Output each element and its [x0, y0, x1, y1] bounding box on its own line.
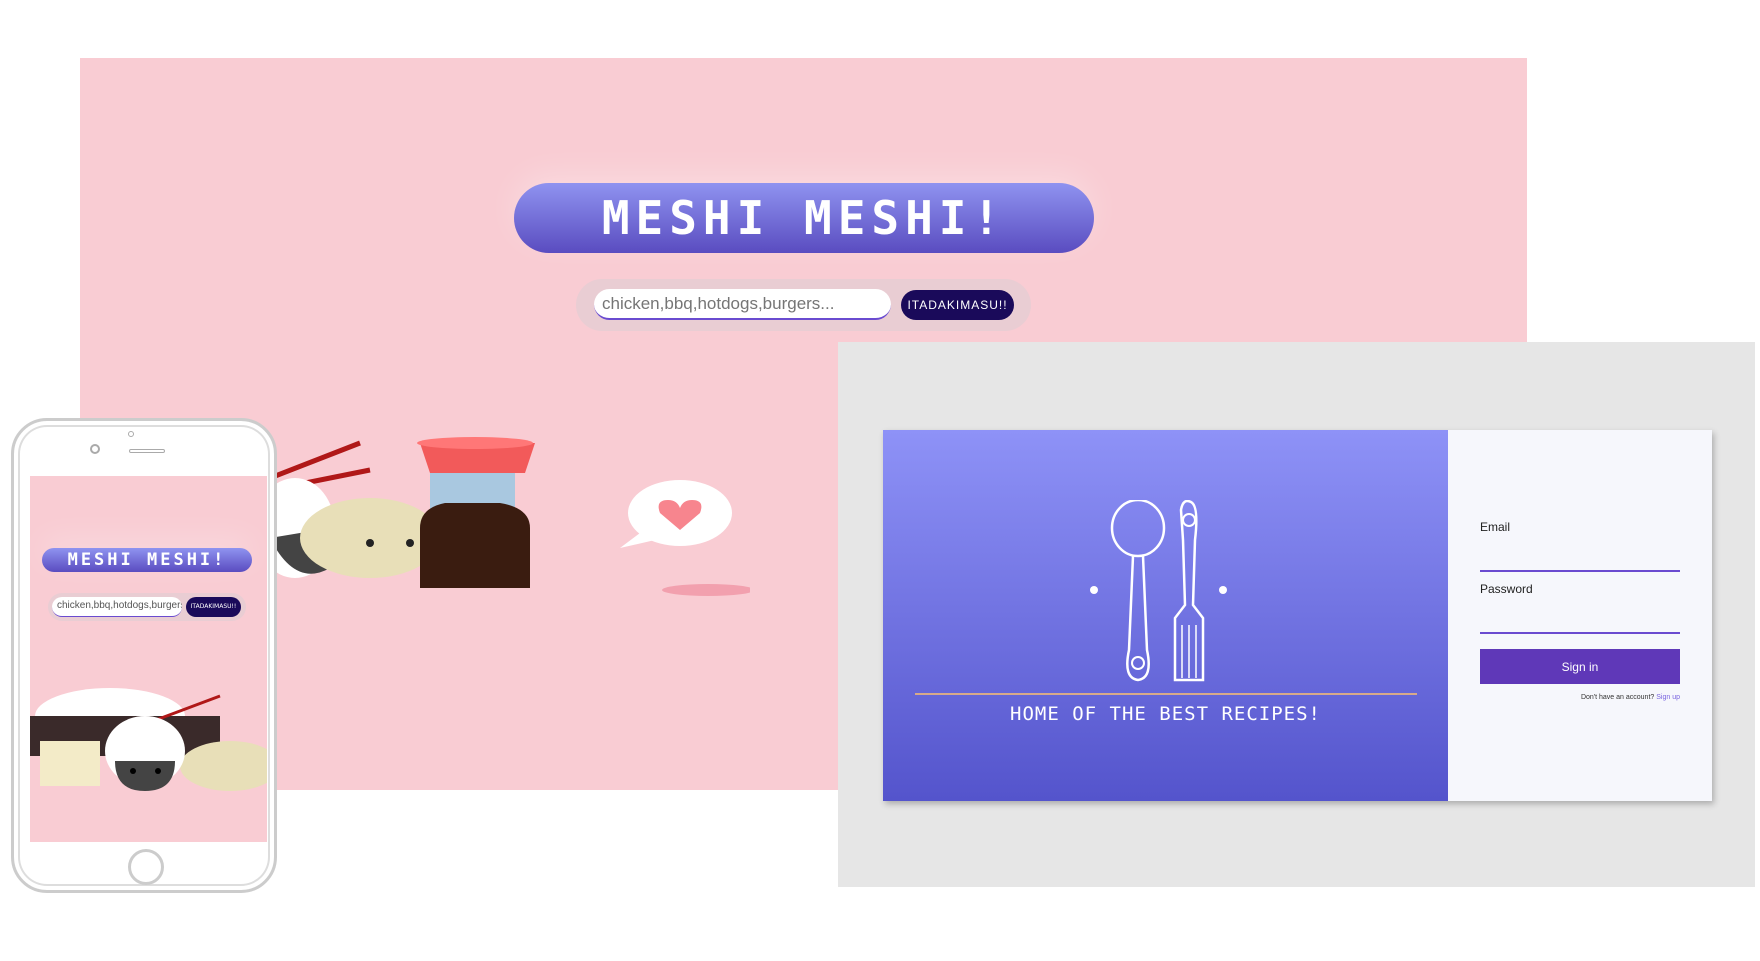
brand-panel: HOME OF THE BEST RECIPES!	[883, 430, 1448, 801]
dumpling	[300, 498, 440, 578]
search-input[interactable]	[594, 289, 891, 320]
spoon-fork-icon	[1090, 500, 1227, 682]
email-field[interactable]	[1480, 570, 1680, 572]
search-button[interactable]: ITADAKIMASU!!	[901, 290, 1014, 320]
signup-prompt: Don't have an account? Sign up	[1480, 694, 1680, 701]
home-button[interactable]	[128, 849, 164, 885]
mobile-food-illustration	[30, 688, 267, 791]
tagline: HOME OF THE BEST RECIPES!	[1010, 703, 1321, 725]
mobile-search-bar: chicken,bbq,hotdogs,burgers... ITADAKIMA…	[48, 593, 246, 621]
search-bar: ITADAKIMASU!!	[576, 279, 1031, 331]
sign-up-link[interactable]: Sign up	[1656, 694, 1680, 701]
mobile-search-input[interactable]: chicken,bbq,hotdogs,burgers...	[52, 597, 182, 617]
sensor-icon	[128, 431, 134, 437]
divider	[915, 693, 1417, 695]
no-account-text: Don't have an account?	[1580, 694, 1655, 701]
login-card: HOME OF THE BEST RECIPES! Email Password…	[883, 430, 1712, 801]
food-illustration	[270, 437, 750, 596]
mobile-site-title: MESHI MESHI!	[42, 548, 252, 572]
site-title: MESHI MESHI!	[514, 183, 1094, 253]
mobile-search-button[interactable]: ITADAKIMASU!!	[186, 597, 241, 617]
sign-in-button[interactable]: Sign in	[1480, 649, 1680, 684]
camera-icon	[90, 444, 100, 454]
password-label: Password	[1480, 582, 1533, 596]
mobile-screen: MESHI MESHI! chicken,bbq,hotdogs,burgers…	[30, 476, 267, 842]
email-label: Email	[1480, 520, 1511, 534]
phone-mockup: MESHI MESHI! chicken,bbq,hotdogs,burgers…	[11, 418, 277, 893]
password-field[interactable]	[1480, 632, 1680, 634]
speaker-icon	[129, 449, 165, 453]
